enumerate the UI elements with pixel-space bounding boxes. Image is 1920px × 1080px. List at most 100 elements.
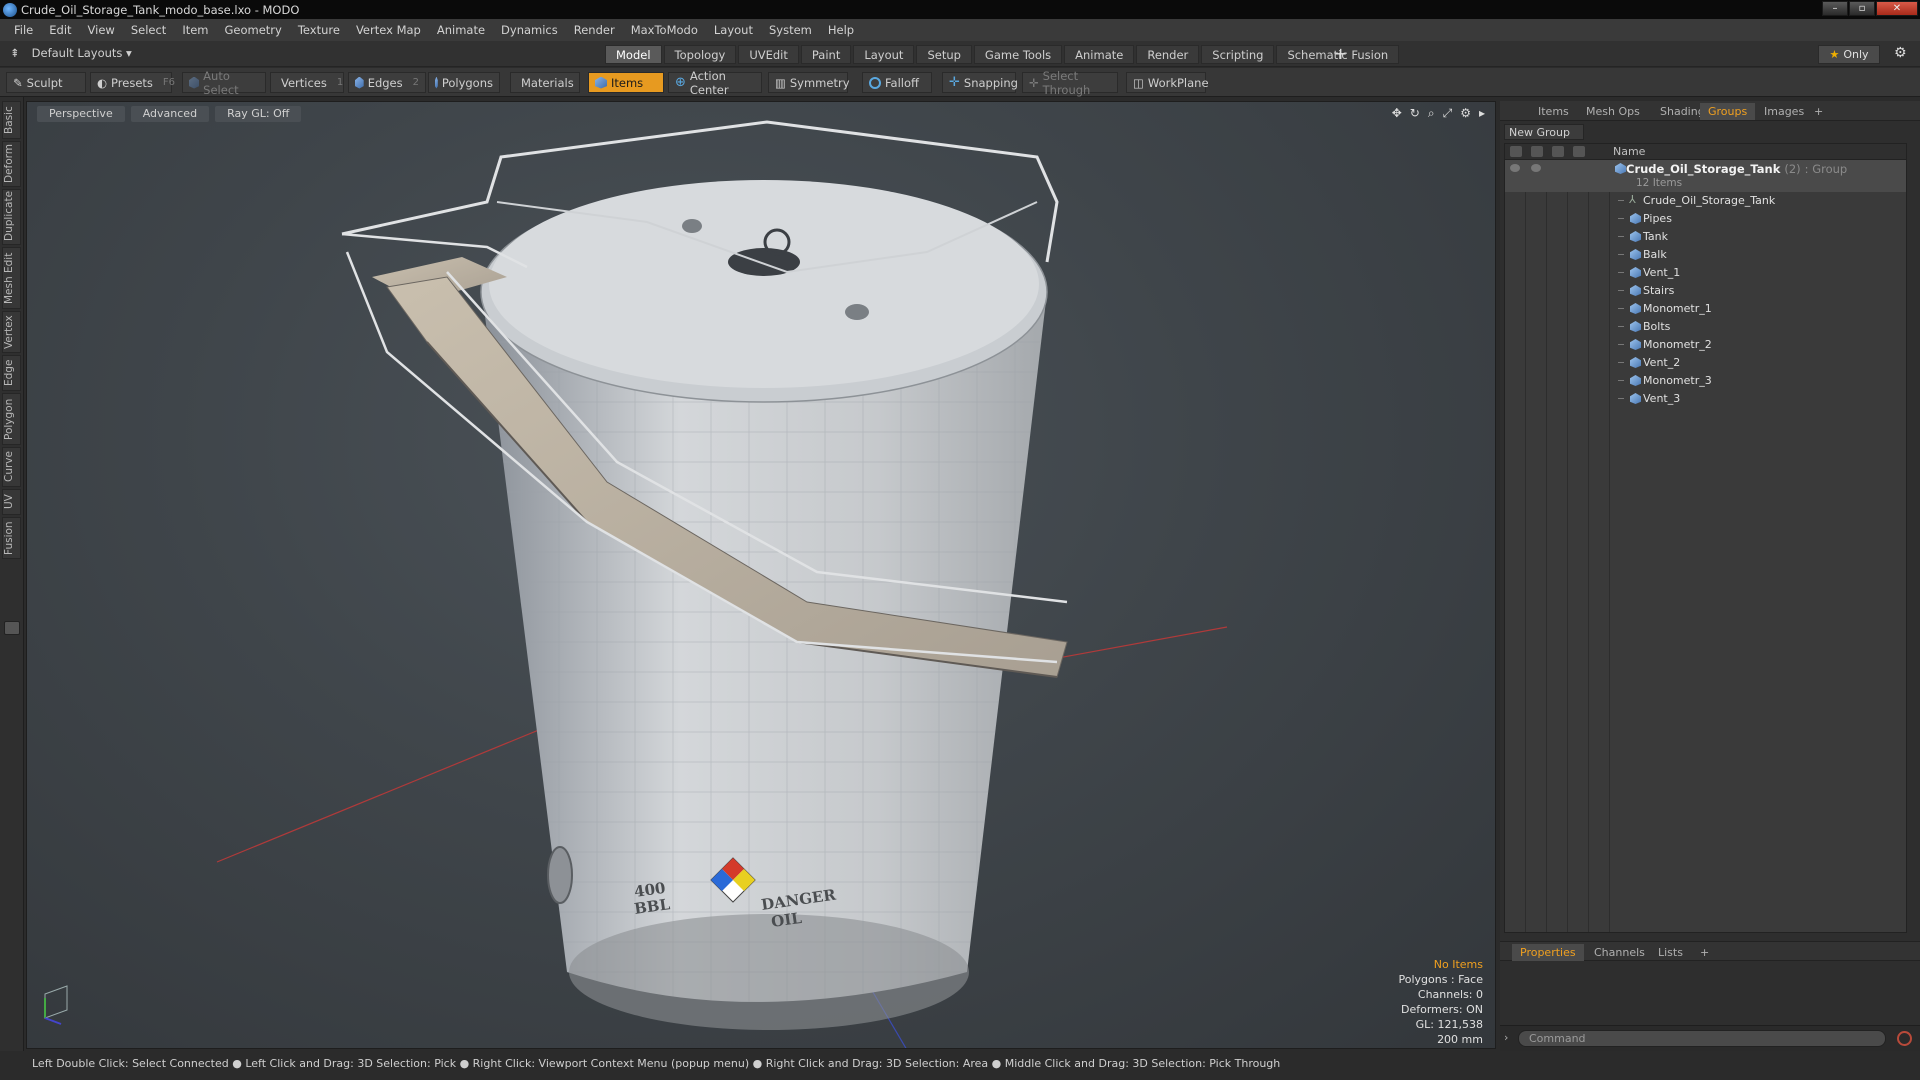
menu-vertex-map[interactable]: Vertex Map: [348, 19, 429, 41]
lock-col-icon[interactable]: [1552, 146, 1564, 157]
tab-animate[interactable]: Animate: [1064, 45, 1135, 64]
menu-geometry[interactable]: Geometry: [217, 19, 290, 41]
tab-game-tools[interactable]: Game Tools: [973, 45, 1063, 64]
visibility-col-icon[interactable]: [1510, 146, 1522, 157]
new-group-button[interactable]: New Group: [1504, 124, 1584, 140]
vtab-duplicate[interactable]: Duplicate: [2, 189, 21, 245]
tab-uvedit[interactable]: UVEdit: [738, 45, 799, 64]
menu-layout[interactable]: Layout: [706, 19, 761, 41]
vtab-polygon[interactable]: Polygon: [2, 393, 21, 445]
select-through-button[interactable]: ✛ Select Through: [1022, 69, 1118, 97]
workplane-button[interactable]: ◫ WorkPlane: [1126, 72, 1209, 93]
list-item[interactable]: ⅄ Crude_Oil_Storage_Tank: [1505, 192, 1906, 210]
name-column-header[interactable]: Name: [1613, 145, 1645, 158]
menu-edit[interactable]: Edit: [41, 19, 79, 41]
list-item[interactable]: Monometr_2: [1505, 336, 1906, 354]
viewport-expand-icon[interactable]: ▸: [1479, 106, 1485, 121]
tab-render[interactable]: Render: [1136, 45, 1200, 64]
list-item[interactable]: Stairs: [1505, 282, 1906, 300]
vtab-curve[interactable]: Curve: [2, 447, 21, 487]
list-item[interactable]: Tank: [1505, 228, 1906, 246]
tab-properties[interactable]: Properties: [1512, 944, 1584, 961]
tab-layout[interactable]: Layout: [853, 45, 915, 64]
falloff-button[interactable]: Falloff: [862, 72, 932, 93]
list-item[interactable]: Vent_3: [1505, 390, 1906, 408]
eye-icon[interactable]: [1510, 164, 1520, 172]
tab-images[interactable]: Images: [1756, 103, 1812, 120]
maximize-button[interactable]: ▫: [1849, 1, 1875, 16]
minimize-button[interactable]: –: [1822, 1, 1848, 16]
tab-paint[interactable]: Paint: [800, 45, 852, 64]
select-col-icon[interactable]: [1573, 146, 1585, 157]
symmetry-button[interactable]: ▥ Symmetry: [768, 72, 850, 93]
vtab-mesh-edit[interactable]: Mesh Edit: [2, 247, 21, 309]
list-item[interactable]: Vent_2: [1505, 354, 1906, 372]
menu-texture[interactable]: Texture: [290, 19, 348, 41]
vtab-deform[interactable]: Deform: [2, 141, 21, 187]
list-item[interactable]: Bolts: [1505, 318, 1906, 336]
pan-icon[interactable]: ✥: [1392, 106, 1402, 121]
vtab-vertex[interactable]: Vertex: [2, 311, 21, 353]
list-item[interactable]: Balk: [1505, 246, 1906, 264]
vtab-fusion[interactable]: Fusion: [2, 517, 21, 559]
tab-model[interactable]: Model: [605, 45, 662, 64]
list-item[interactable]: Monometr_1: [1505, 300, 1906, 318]
menu-file[interactable]: File: [6, 19, 41, 41]
3d-viewport[interactable]: 400 BBL DANGER OIL Perspective Advanced …: [26, 101, 1496, 1049]
viewport-settings-icon[interactable]: ⚙: [1460, 106, 1471, 121]
menu-dynamics[interactable]: Dynamics: [493, 19, 566, 41]
view-perspective-button[interactable]: Perspective: [37, 106, 125, 122]
tab-scripting[interactable]: Scripting: [1201, 45, 1275, 64]
gear-icon[interactable]: ⚙: [1894, 45, 1907, 61]
only-button[interactable]: ★ Only: [1818, 45, 1880, 64]
default-layouts-dropdown[interactable]: Default Layouts ▾: [32, 46, 132, 60]
menu-system[interactable]: System: [761, 19, 820, 41]
tab-channels[interactable]: Channels: [1586, 944, 1653, 961]
tab-lists[interactable]: Lists: [1650, 944, 1691, 961]
layouts-selector[interactable]: ⇞ Default Layouts ▾: [10, 46, 132, 60]
menu-maxtomodo[interactable]: MaxToModo: [623, 19, 706, 41]
list-item[interactable]: Monometr_3: [1505, 372, 1906, 390]
command-input[interactable]: Command: [1518, 1030, 1886, 1047]
edges-button[interactable]: Edges 2: [348, 72, 426, 93]
menu-render[interactable]: Render: [566, 19, 623, 41]
strip-toggle-button[interactable]: [4, 621, 20, 635]
command-history-icon[interactable]: ›: [1504, 1031, 1508, 1044]
rotate-icon[interactable]: ↻: [1410, 106, 1420, 121]
items-button[interactable]: Items: [588, 72, 664, 93]
materials-button[interactable]: Materials: [510, 72, 580, 93]
list-item[interactable]: Pipes: [1505, 210, 1906, 228]
tab-groups[interactable]: Groups: [1700, 103, 1756, 120]
render-icon[interactable]: [1531, 164, 1541, 172]
menu-help[interactable]: Help: [820, 19, 862, 41]
sculpt-button[interactable]: ✎ Sculpt: [6, 72, 86, 93]
snapping-button[interactable]: ✛ Snapping: [942, 72, 1018, 93]
layout-toggle-icon[interactable]: ⇞: [10, 46, 20, 60]
vtab-uv[interactable]: UV: [2, 489, 21, 515]
zoom-icon[interactable]: ⌕: [1428, 106, 1435, 121]
stop-icon[interactable]: [1897, 1031, 1912, 1046]
ray-gl-button[interactable]: Ray GL: Off: [215, 106, 302, 122]
add-layout-tab-button[interactable]: +: [1334, 44, 1347, 63]
tab-setup[interactable]: Setup: [916, 45, 972, 64]
tab-topology[interactable]: Topology: [663, 45, 737, 64]
menu-select[interactable]: Select: [123, 19, 174, 41]
vertices-button[interactable]: Vertices 1: [270, 72, 344, 93]
vtab-basic[interactable]: Basic: [2, 101, 21, 139]
render-col-icon[interactable]: [1531, 146, 1543, 157]
presets-button[interactable]: ◐ Presets F6: [90, 72, 175, 93]
view-shading-button[interactable]: Advanced: [130, 106, 210, 122]
add-panel-tab-button[interactable]: +: [1806, 103, 1831, 120]
polygons-button[interactable]: Polygons: [428, 72, 500, 93]
auto-select-button[interactable]: Auto Select: [182, 69, 266, 97]
add-properties-tab-button[interactable]: +: [1692, 944, 1717, 961]
close-button[interactable]: ✕: [1876, 1, 1918, 16]
group-row[interactable]: Crude_Oil_Storage_Tank (2) : Group 12 It…: [1505, 160, 1906, 192]
list-item[interactable]: Vent_1: [1505, 264, 1906, 282]
menu-view[interactable]: View: [80, 19, 123, 41]
vtab-edge[interactable]: Edge: [2, 355, 21, 391]
menu-item[interactable]: Item: [174, 19, 216, 41]
menu-animate[interactable]: Animate: [429, 19, 493, 41]
tab-items[interactable]: Items: [1530, 103, 1577, 120]
tab-mesh-ops[interactable]: Mesh Ops: [1578, 103, 1648, 120]
